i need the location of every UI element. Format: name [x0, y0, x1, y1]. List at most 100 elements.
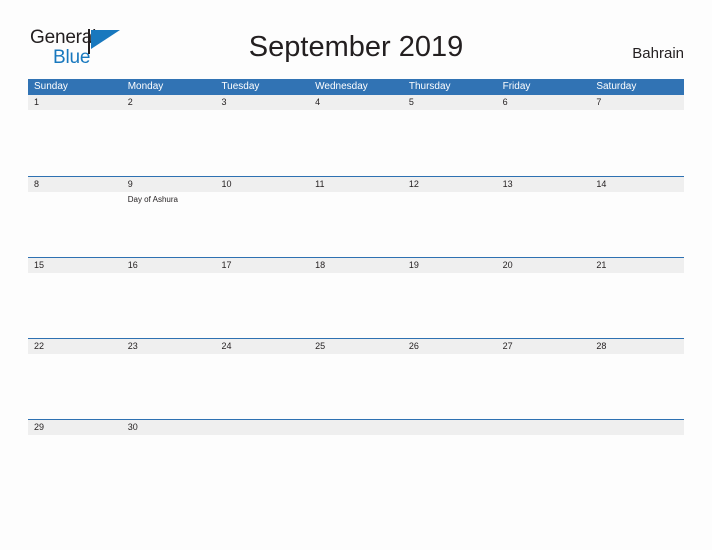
day-number[interactable]: 16	[122, 258, 216, 273]
day-cell[interactable]	[590, 192, 684, 257]
day-number[interactable]: 22	[28, 339, 122, 354]
day-cell[interactable]	[28, 110, 122, 175]
day-header-saturday: Saturday	[596, 81, 637, 92]
day-header-sunday: Sunday	[34, 81, 68, 92]
day-number-empty	[215, 420, 309, 435]
day-number[interactable]: 3	[215, 95, 309, 110]
day-number[interactable]: 1	[28, 95, 122, 110]
day-cell[interactable]	[309, 273, 403, 338]
day-cell[interactable]	[215, 110, 309, 175]
page-title: September 2019	[248, 31, 464, 63]
day-cell[interactable]: Day of Ashura	[122, 192, 216, 257]
calendar-weeks: 1 2 3 4 5 6 7 8 9 10 11 12 13 14 Day of Ashura 15 16 17 18…	[28, 95, 684, 500]
day-cell[interactable]	[215, 192, 309, 257]
day-cell[interactable]	[497, 273, 591, 338]
week-date-strip: 1234567	[28, 95, 684, 110]
day-cell[interactable]	[309, 435, 403, 500]
day-header-wednesday: Wednesday	[315, 81, 368, 92]
day-header-thursday: Thursday	[408, 81, 451, 92]
day-cell[interactable]	[122, 435, 216, 500]
week-date-strip: 15 16 17 18 19 20 21	[28, 258, 684, 273]
day-number-empty	[403, 420, 497, 435]
day-number[interactable]: 9	[122, 177, 216, 192]
day-cell[interactable]	[122, 354, 216, 419]
day-cell[interactable]	[28, 273, 122, 338]
day-number-empty	[497, 420, 591, 435]
day-number[interactable]: 10	[215, 177, 309, 192]
day-cell[interactable]	[28, 435, 122, 500]
day-number[interactable]: 24	[215, 339, 309, 354]
day-number[interactable]: 15	[28, 258, 122, 273]
day-cell[interactable]	[590, 110, 684, 175]
day-header-monday: Monday	[127, 81, 164, 92]
day-cell[interactable]	[497, 192, 591, 257]
day-number[interactable]: 11	[309, 177, 403, 192]
day-cell[interactable]	[590, 354, 684, 419]
day-cell[interactable]	[590, 273, 684, 338]
day-number[interactable]: 30	[122, 420, 216, 435]
day-cell[interactable]	[497, 354, 591, 419]
calendar-week-row: 1234567	[28, 95, 684, 176]
day-number[interactable]: 19	[403, 258, 497, 273]
day-cell[interactable]	[122, 273, 216, 338]
day-number[interactable]: 6	[497, 95, 591, 110]
week-date-strip: 29 30	[28, 420, 684, 435]
holiday-event-label: Day of Ashura	[127, 195, 178, 204]
day-number[interactable]: 21	[590, 258, 684, 273]
day-cell[interactable]	[309, 192, 403, 257]
day-cell[interactable]	[309, 354, 403, 419]
day-cell[interactable]	[28, 192, 122, 257]
day-cell[interactable]	[215, 354, 309, 419]
day-number[interactable]: 18	[309, 258, 403, 273]
day-number[interactable]: 29	[28, 420, 122, 435]
day-cell[interactable]	[590, 435, 684, 500]
day-number[interactable]: 26	[403, 339, 497, 354]
calendar-week-row: 29 30	[28, 419, 684, 500]
day-of-week-header: Sunday Monday Tuesday Wednesday Thursday…	[28, 79, 684, 95]
day-cell[interactable]	[403, 110, 497, 175]
day-number[interactable]: 27	[497, 339, 591, 354]
day-number[interactable]: 23	[122, 339, 216, 354]
page-header: General Blue September 2019 Bahrain	[0, 0, 712, 78]
day-number[interactable]: 8	[28, 177, 122, 192]
day-number-empty	[309, 420, 403, 435]
week-event-body	[28, 435, 684, 500]
day-cell[interactable]	[215, 435, 309, 500]
week-date-strip: 22 23 24 25 26 27 28	[28, 339, 684, 354]
day-cell[interactable]	[215, 273, 309, 338]
day-cell[interactable]	[309, 110, 403, 175]
day-number[interactable]: 7	[590, 95, 684, 110]
day-number-empty	[590, 420, 684, 435]
calendar-grid: Sunday Monday Tuesday Wednesday Thursday…	[28, 79, 684, 500]
day-number[interactable]: 5	[403, 95, 497, 110]
day-number[interactable]: 25	[309, 339, 403, 354]
day-number[interactable]: 13	[497, 177, 591, 192]
day-number[interactable]: 4	[309, 95, 403, 110]
day-number[interactable]: 2	[122, 95, 216, 110]
week-date-strip: 8 9 10 11 12 13 14	[28, 177, 684, 192]
day-cell[interactable]	[122, 110, 216, 175]
day-cell[interactable]	[403, 273, 497, 338]
day-cell[interactable]	[403, 354, 497, 419]
country-label: Bahrain	[632, 45, 684, 62]
day-number[interactable]: 28	[590, 339, 684, 354]
day-cell[interactable]	[497, 435, 591, 500]
day-cell[interactable]	[403, 192, 497, 257]
day-cell[interactable]	[28, 354, 122, 419]
calendar-week-row: 15 16 17 18 19 20 21	[28, 257, 684, 338]
day-header-friday: Friday	[502, 81, 531, 92]
week-event-body	[28, 354, 684, 419]
day-number[interactable]: 14	[590, 177, 684, 192]
calendar-page: General Blue September 2019 Bahrain Sund…	[0, 0, 712, 550]
week-event-body	[28, 273, 684, 338]
week-event-body: Day of Ashura	[28, 192, 684, 257]
week-event-body	[28, 110, 684, 175]
day-cell[interactable]	[403, 435, 497, 500]
day-number[interactable]: 20	[497, 258, 591, 273]
calendar-week-row: 22 23 24 25 26 27 28	[28, 338, 684, 419]
day-header-tuesday: Tuesday	[221, 81, 260, 92]
day-number[interactable]: 17	[215, 258, 309, 273]
day-cell[interactable]	[497, 110, 591, 175]
calendar-week-row: 8 9 10 11 12 13 14 Day of Ashura	[28, 176, 684, 257]
day-number[interactable]: 12	[403, 177, 497, 192]
